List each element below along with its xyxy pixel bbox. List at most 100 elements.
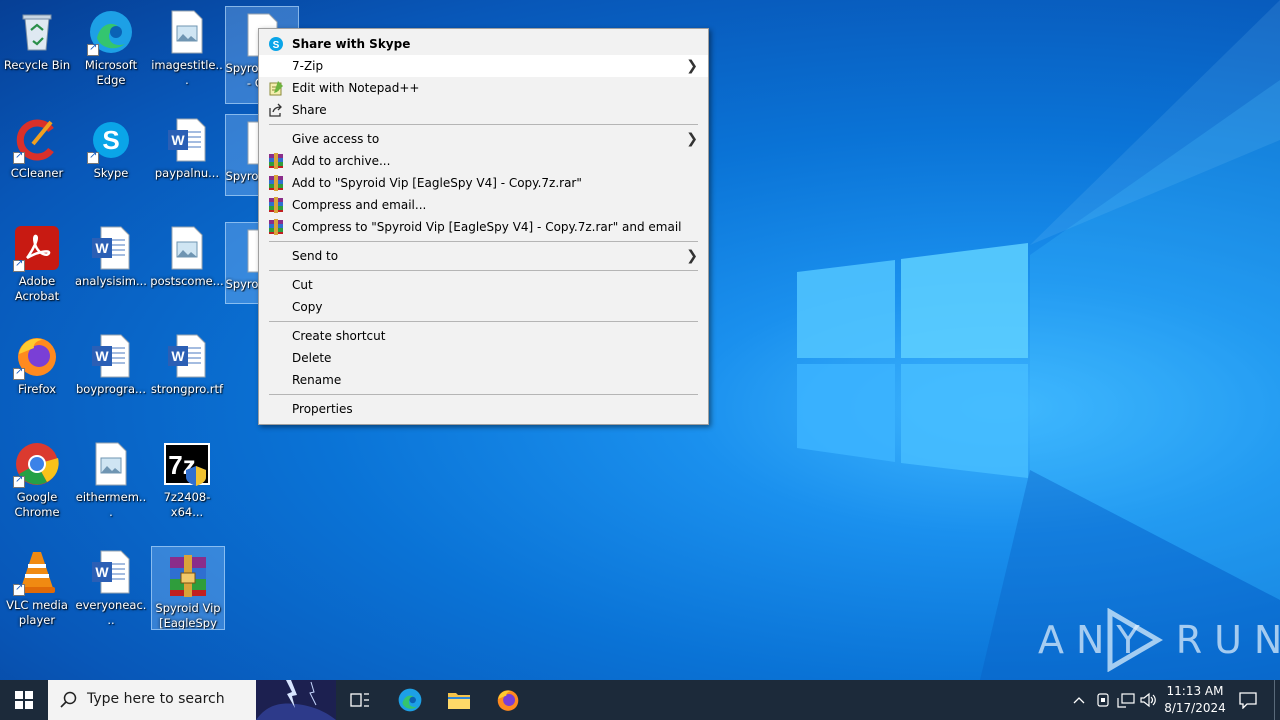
- menu-item-label: Add to archive...: [292, 154, 391, 168]
- winrar-archive-icon: [164, 551, 212, 599]
- desktop-icon-google-chrome[interactable]: Google Chrome: [0, 436, 74, 520]
- desktop-icon-7z-installer[interactable]: 7z 7z2408-x64...: [150, 436, 224, 520]
- menu-item-add-to-archive[interactable]: Add to archive...: [259, 150, 708, 172]
- clock[interactable]: 11:13 AM 8/17/2024: [1158, 683, 1232, 717]
- shortcut-arrow-icon: [13, 366, 25, 380]
- menu-item-label: Copy: [292, 300, 323, 314]
- menu-item-properties[interactable]: Properties: [259, 398, 708, 420]
- icon-label: imagestitle...: [151, 58, 223, 87]
- desktop-icon-edge[interactable]: Microsoft Edge: [74, 4, 148, 88]
- svg-text:W: W: [171, 132, 185, 148]
- desktop-icon-everyoneac[interactable]: W everyoneac...: [74, 544, 148, 628]
- chrome-icon: [13, 440, 61, 488]
- word-doc-icon: W: [87, 224, 135, 272]
- notepadpp-icon: [269, 81, 283, 96]
- skype-icon: S: [269, 37, 283, 51]
- desktop-icon-spyroid-rar[interactable]: Spyroid Vip [EagleSpy V...: [151, 546, 225, 630]
- volume-icon: [1140, 692, 1156, 708]
- clock-date: 8/17/2024: [1164, 701, 1226, 715]
- taskbar-edge[interactable]: [390, 680, 430, 720]
- menu-item-add-to-named-rar[interactable]: Add to "Spyroid Vip [EagleSpy V4] - Copy…: [259, 172, 708, 194]
- tray-volume-button[interactable]: [1138, 680, 1160, 720]
- menu-item-compress-and-email[interactable]: Compress and email...: [259, 194, 708, 216]
- desktop-icon-analysisim[interactable]: W analysisim...: [74, 220, 148, 289]
- svg-text:W: W: [95, 240, 109, 256]
- icon-label: Firefox: [17, 382, 57, 396]
- desktop-icon-imagestitle[interactable]: imagestitle...: [150, 4, 224, 88]
- desktop-icon-firefox[interactable]: Firefox: [0, 328, 74, 397]
- menu-separator: [269, 321, 698, 322]
- menu-item-create-shortcut[interactable]: Create shortcut: [259, 325, 708, 347]
- menu-item-share[interactable]: Share: [259, 99, 708, 121]
- tray-device-button[interactable]: [1092, 680, 1114, 720]
- icon-label: VLC media player: [6, 598, 68, 627]
- show-hidden-icons-button[interactable]: [1068, 680, 1090, 720]
- word-doc-icon: W: [163, 116, 211, 164]
- image-file-icon: [87, 440, 135, 488]
- desktop-icon-strongpro[interactable]: W strongpro.rtf: [150, 328, 224, 397]
- image-file-icon: [163, 224, 211, 272]
- action-center-button[interactable]: [1230, 680, 1266, 720]
- start-button[interactable]: [0, 680, 48, 720]
- icon-label: everyoneac...: [75, 598, 147, 627]
- menu-separator: [269, 394, 698, 395]
- firefox-icon: [497, 690, 519, 711]
- icon-label: Adobe Acrobat: [14, 274, 60, 303]
- desktop-icon-postscome[interactable]: postscome...: [150, 220, 224, 289]
- desktop-icon-skype[interactable]: S Skype: [74, 112, 148, 181]
- folder-icon: [448, 693, 470, 709]
- menu-item-edit-notepadpp[interactable]: Edit with Notepad++: [259, 77, 708, 99]
- icon-label: postscome...: [150, 274, 224, 288]
- desktop-icon-boyprogra[interactable]: W boyprogra...: [74, 328, 148, 397]
- watermark-text: ANY RUN: [1038, 618, 1280, 662]
- desktop-icon-adobe-acrobat[interactable]: Adobe Acrobat: [0, 220, 74, 304]
- desktop-icon-recycle-bin[interactable]: Recycle Bin: [0, 4, 74, 73]
- menu-item-label: Share: [292, 103, 327, 117]
- menu-item-compress-to-named-rar-and-email[interactable]: Compress to "Spyroid Vip [EagleSpy V4] -…: [259, 216, 708, 238]
- tray-network-button[interactable]: [1115, 680, 1137, 720]
- desktop-icon-paypalnu[interactable]: W paypalnu...: [150, 112, 224, 181]
- menu-item-label: Give access to: [292, 132, 380, 146]
- icon-label: Microsoft Edge: [84, 58, 138, 87]
- shortcut-arrow-icon: [13, 258, 25, 272]
- menu-item-7zip[interactable]: 7-Zip ❯: [259, 55, 708, 77]
- winrar-icon: [269, 175, 283, 191]
- edge-icon: [398, 688, 422, 712]
- desktop-icon-ccleaner[interactable]: CCleaner: [0, 112, 74, 181]
- winrar-icon: [269, 197, 283, 213]
- svg-text:S: S: [102, 125, 119, 155]
- menu-item-share-with-skype[interactable]: S Share with Skype: [259, 33, 708, 55]
- word-doc-icon: W: [87, 332, 135, 380]
- menu-separator: [269, 270, 698, 271]
- menu-item-copy[interactable]: Copy: [259, 296, 708, 318]
- icon-label: Skype: [93, 166, 129, 180]
- skype-icon: S: [87, 116, 135, 164]
- shortcut-arrow-icon: [87, 42, 99, 56]
- icon-label: CCleaner: [10, 166, 64, 180]
- menu-item-label: Cut: [292, 278, 313, 292]
- chevron-up-icon: [1073, 697, 1085, 704]
- task-view-button[interactable]: [340, 680, 380, 720]
- svg-text:W: W: [95, 564, 109, 580]
- icon-label: Google Chrome: [14, 490, 60, 519]
- taskbar-file-explorer[interactable]: [439, 680, 479, 720]
- search-placeholder: Type here to search: [87, 691, 225, 707]
- 7zip-installer-icon: 7z: [163, 440, 211, 488]
- menu-item-label: Rename: [292, 373, 342, 387]
- desktop-icon-vlc[interactable]: VLC media player: [0, 544, 74, 628]
- menu-item-rename[interactable]: Rename: [259, 369, 708, 391]
- menu-item-cut[interactable]: Cut: [259, 274, 708, 296]
- show-desktop-button[interactable]: [1274, 680, 1275, 720]
- icon-label: strongpro.rtf: [150, 382, 224, 396]
- taskbar-firefox[interactable]: [488, 680, 528, 720]
- shortcut-arrow-icon: [13, 474, 25, 488]
- menu-item-give-access-to[interactable]: Give access to ❯: [259, 128, 708, 150]
- menu-item-send-to[interactable]: Send to ❯: [259, 245, 708, 267]
- menu-item-delete[interactable]: Delete: [259, 347, 708, 369]
- winrar-icon: [269, 153, 283, 169]
- search-box[interactable]: Type here to search: [48, 680, 336, 720]
- share-icon: [269, 103, 282, 117]
- desktop-icon-eithermem[interactable]: eithermem...: [74, 436, 148, 520]
- menu-item-label: Add to "Spyroid Vip [EagleSpy V4] - Copy…: [292, 176, 582, 190]
- word-doc-icon: W: [87, 548, 135, 596]
